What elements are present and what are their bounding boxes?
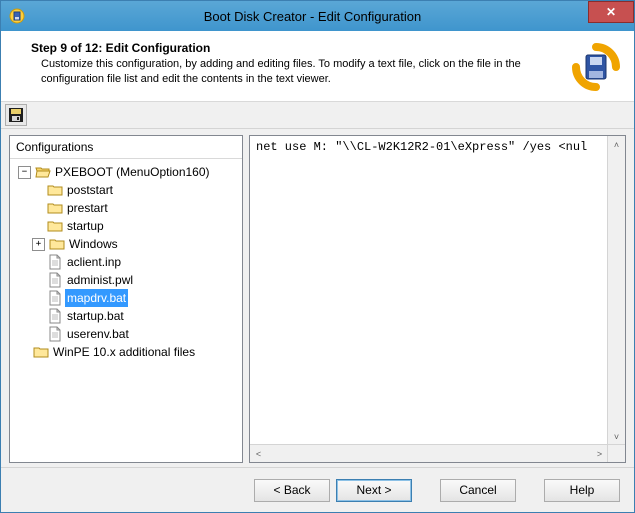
tree-item-windows[interactable]: +Windows	[30, 235, 240, 253]
toolbar	[1, 102, 634, 129]
tree-item-mapdrv-bat[interactable]: mapdrv.bat	[30, 289, 240, 307]
step-title: Step 9 of 12: Edit Configuration	[31, 41, 568, 55]
vertical-scrollbar[interactable]: ˄ ˅	[607, 136, 625, 445]
close-icon: ✕	[606, 6, 616, 18]
folder-open-icon	[35, 164, 51, 180]
configurations-header: Configurations	[10, 136, 242, 159]
horizontal-scrollbar[interactable]: ˂ ˃	[250, 444, 608, 462]
scroll-track[interactable]	[608, 153, 625, 428]
titlebar[interactable]: Boot Disk Creator - Edit Configuration ✕	[1, 1, 634, 31]
tree-item-winpe-additional[interactable]: WinPE 10.x additional files	[16, 343, 240, 361]
tree-item-poststart[interactable]: poststart	[30, 181, 240, 199]
folder-icon	[47, 218, 63, 234]
file-icon	[47, 272, 63, 288]
next-button[interactable]: Next >	[336, 479, 412, 502]
scroll-left-button[interactable]: ˂	[250, 445, 267, 462]
file-editor-pane: net use M: "\\CL-W2K12R2-01\eXpress" /ye…	[249, 135, 626, 463]
folder-icon	[47, 200, 63, 216]
step-description: Customize this configuration, by adding …	[31, 57, 568, 87]
file-icon	[47, 290, 63, 306]
folder-icon	[33, 344, 49, 360]
tree-root[interactable]: − PXEBOOT (MenuOption160) poststart pres…	[16, 163, 240, 343]
scroll-down-button[interactable]: ˅	[608, 428, 625, 445]
scroll-right-button[interactable]: ˃	[591, 445, 608, 462]
scroll-up-button[interactable]: ˄	[608, 136, 625, 153]
boot-disk-creator-window: Boot Disk Creator - Edit Configuration ✕…	[0, 0, 635, 513]
cancel-button[interactable]: Cancel	[440, 479, 516, 502]
wizard-icon	[572, 43, 620, 91]
save-icon	[8, 107, 24, 123]
back-button[interactable]: < Back	[254, 479, 330, 502]
file-icon	[47, 326, 63, 342]
help-button[interactable]: Help	[544, 479, 620, 502]
tree-item-administ-pwl[interactable]: administ.pwl	[30, 271, 240, 289]
file-icon	[47, 308, 63, 324]
save-button[interactable]	[5, 104, 27, 126]
main-body: Configurations − PXEBOOT (MenuOption160)…	[1, 129, 634, 467]
tree-item-aclient-inp[interactable]: aclient.inp	[30, 253, 240, 271]
scroll-corner	[607, 444, 625, 462]
file-icon	[47, 254, 63, 270]
file-editor[interactable]: net use M: "\\CL-W2K12R2-01\eXpress" /ye…	[250, 136, 625, 462]
tree-root-label: PXEBOOT (MenuOption160)	[53, 163, 212, 181]
close-button[interactable]: ✕	[588, 1, 634, 23]
tree-item-startup-folder[interactable]: startup	[30, 217, 240, 235]
folder-icon	[49, 236, 65, 252]
scroll-track[interactable]	[267, 445, 591, 462]
expand-icon[interactable]: +	[32, 238, 45, 251]
tree-item-startup-bat[interactable]: startup.bat	[30, 307, 240, 325]
wizard-header: Step 9 of 12: Edit Configuration Customi…	[1, 31, 634, 102]
window-title: Boot Disk Creator - Edit Configuration	[0, 9, 634, 24]
wizard-button-bar: < Back Next > Cancel Help	[1, 467, 634, 512]
collapse-icon[interactable]: −	[18, 166, 31, 179]
tree-item-prestart[interactable]: prestart	[30, 199, 240, 217]
tree-item-userenv-bat[interactable]: userenv.bat	[30, 325, 240, 343]
configurations-tree-pane: Configurations − PXEBOOT (MenuOption160)…	[9, 135, 243, 463]
configurations-tree[interactable]: − PXEBOOT (MenuOption160) poststart pres…	[10, 159, 242, 462]
folder-icon	[47, 182, 63, 198]
